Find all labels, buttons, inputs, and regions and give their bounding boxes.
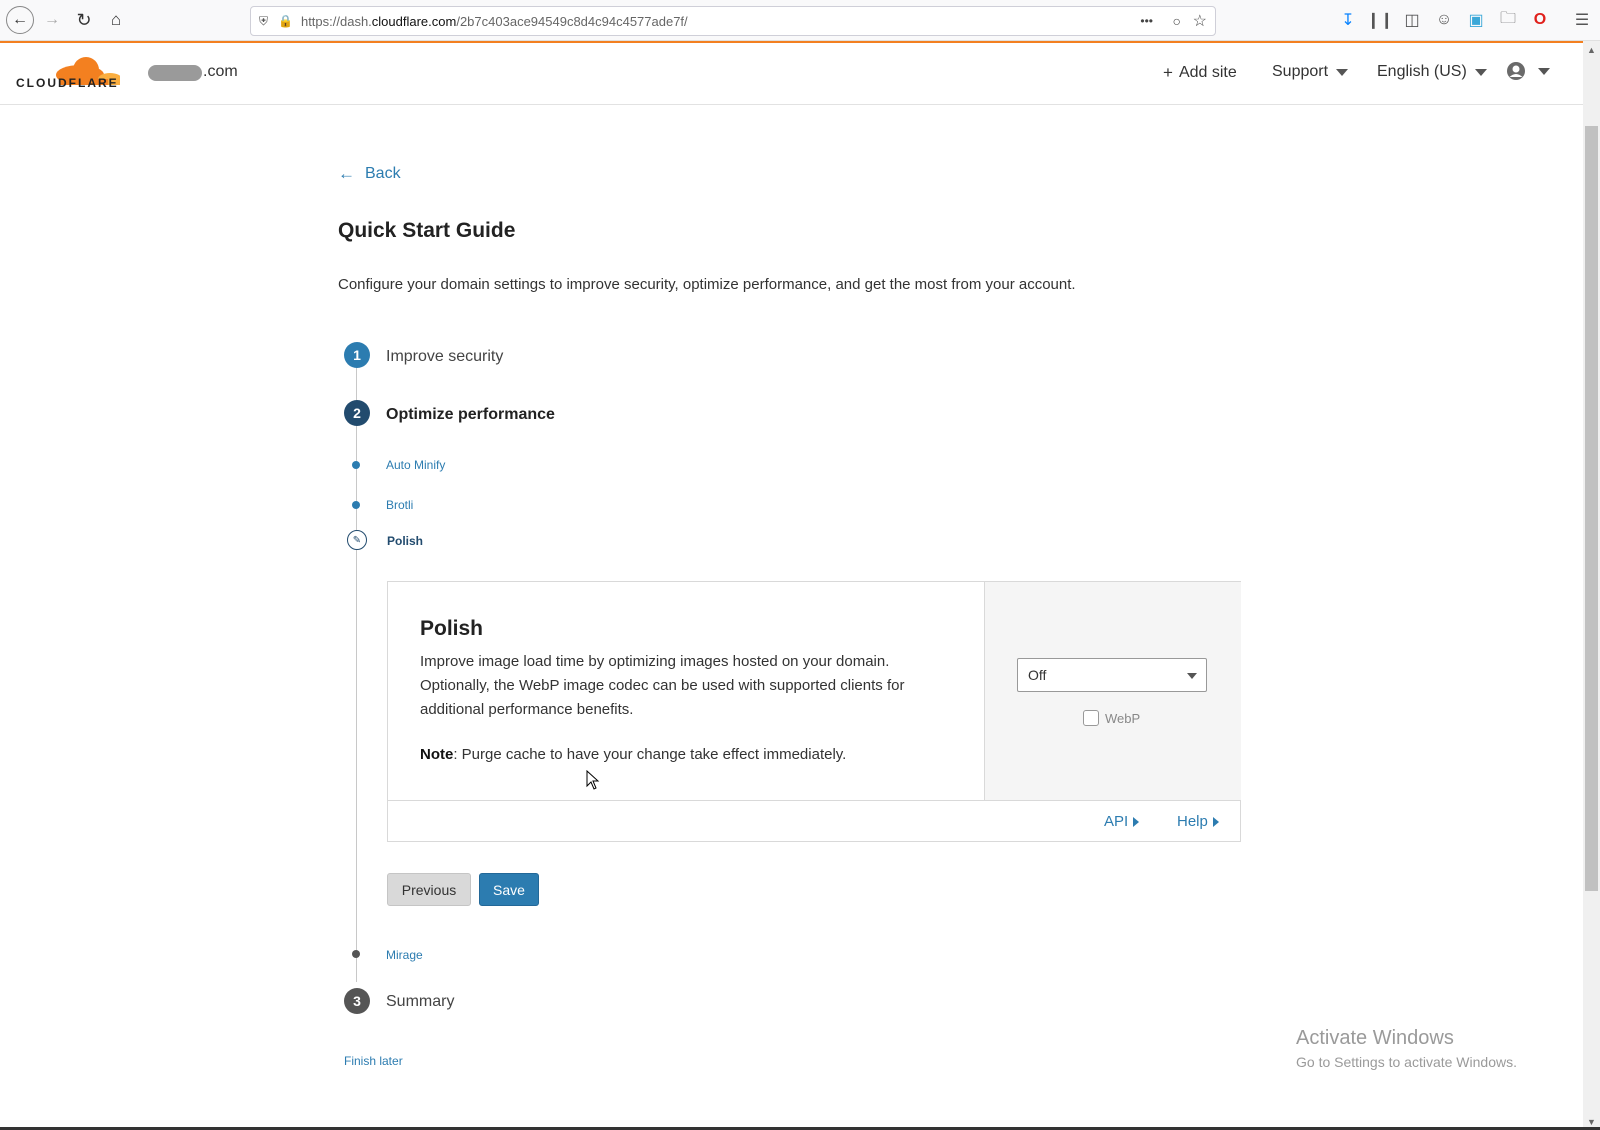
api-link[interactable]: API <box>1104 813 1140 830</box>
substep-dot <box>352 461 360 469</box>
card-note: Note: Purge cache to have your change ta… <box>420 746 846 763</box>
webp-label: WebP <box>1105 710 1141 726</box>
page-description: Configure your domain settings to improv… <box>338 276 1076 293</box>
polish-settings-card: Polish Improve image load time by optimi… <box>387 581 1241 842</box>
page-actions-icon[interactable]: ••• <box>1140 14 1153 28</box>
help-link[interactable]: Help <box>1177 813 1219 830</box>
card-description-panel: Polish Improve image load time by optimi… <box>388 582 984 800</box>
address-bar[interactable]: ⛨ 🔒 https://dash.cloudflare.com/2b7c403a… <box>250 6 1216 36</box>
redacted-domain <box>148 65 202 81</box>
browser-toolbar: ← → ↻ ⌂ ⛨ 🔒 https://dash.cloudflare.com/… <box>0 0 1600 41</box>
scroll-thumb[interactable] <box>1585 126 1598 891</box>
add-site-button[interactable]: + Add site <box>1163 63 1237 83</box>
card-description: Improve image load time by optimizing im… <box>420 653 905 718</box>
support-label: Support <box>1272 63 1329 80</box>
site-header: CLOUDFLARE .com + Add site Support Engli… <box>0 43 1583 105</box>
forward-arrow-icon[interactable]: → <box>38 6 66 34</box>
back-label: Back <box>365 165 401 182</box>
progress-timeline <box>356 362 357 982</box>
page-scrollbar[interactable]: ▲ ▼ <box>1583 41 1600 1130</box>
polish-mode-select[interactable]: Off <box>1017 658 1207 692</box>
account-icon[interactable]: ☺ <box>1432 8 1456 32</box>
sidebar-icon[interactable]: ◫ <box>1400 8 1424 32</box>
library-icon[interactable]: ❙❙ <box>1367 8 1394 32</box>
help-label: Help <box>1177 813 1208 830</box>
api-label: API <box>1104 813 1129 830</box>
card-title: Polish <box>420 617 484 640</box>
select-value: Off <box>1028 667 1047 683</box>
add-site-label: Add site <box>1178 64 1237 81</box>
user-menu[interactable] <box>1506 61 1550 81</box>
left-arrow-icon: ← <box>338 164 355 183</box>
pencil-edit-icon: ✎ <box>347 530 367 550</box>
save-extension-icon[interactable]: ▣ <box>1464 8 1488 32</box>
save-button[interactable]: Save <box>479 873 539 906</box>
step-1-label[interactable]: Improve security <box>386 348 503 366</box>
watermark-line-2: Go to Settings to activate Windows. <box>1296 1054 1517 1070</box>
step-1-badge: 1 <box>344 342 370 368</box>
webp-option[interactable]: WebP <box>1083 710 1140 726</box>
lock-icon: 🔒 <box>278 14 293 28</box>
windows-activation-watermark: Activate Windows Go to Settings to activ… <box>1296 1027 1517 1070</box>
language-label: English (US) <box>1377 63 1467 80</box>
chevron-down-icon <box>1474 68 1487 76</box>
folder-extension-icon[interactable]: 🗀 <box>1496 8 1520 32</box>
bookmark-star-icon[interactable]: ☆ <box>1193 11 1207 31</box>
url-text: https://dash.cloudflare.com/2b7c403ace94… <box>300 13 688 29</box>
step-3-label[interactable]: Summary <box>386 993 454 1011</box>
home-icon[interactable]: ⌂ <box>102 6 130 34</box>
step-3-badge: 3 <box>344 988 370 1014</box>
caret-right-icon <box>1133 816 1140 827</box>
reload-icon[interactable]: ↻ <box>70 6 98 34</box>
back-link[interactable]: ← Back <box>338 164 401 184</box>
chevron-down-icon <box>1187 673 1197 679</box>
card-control-panel: Off WebP <box>984 582 1241 800</box>
substep-auto-minify[interactable]: Auto Minify <box>386 458 445 472</box>
hamburger-menu-icon[interactable]: ☰ <box>1570 8 1594 32</box>
support-dropdown[interactable]: Support <box>1272 63 1349 81</box>
substep-brotli[interactable]: Brotli <box>386 498 413 512</box>
mouse-cursor-icon <box>586 770 600 790</box>
opera-extension-icon[interactable]: O <box>1528 8 1552 32</box>
note-text: : Purge cache to have your change take e… <box>453 746 847 763</box>
note-label: Note <box>420 746 454 763</box>
shield-icon: ⛨ <box>259 13 269 28</box>
language-dropdown[interactable]: English (US) <box>1377 63 1487 81</box>
previous-button[interactable]: Previous <box>387 873 471 906</box>
substep-dot <box>352 501 360 509</box>
step-2-label: Optimize performance <box>386 406 555 423</box>
page-title: Quick Start Guide <box>338 219 516 242</box>
webp-checkbox[interactable] <box>1083 710 1099 726</box>
back-arrow-icon[interactable]: ← <box>6 6 34 34</box>
substep-polish: Polish <box>387 534 424 548</box>
substep-mirage[interactable]: Mirage <box>386 948 423 962</box>
finish-later-link[interactable]: Finish later <box>344 1054 403 1068</box>
cloudflare-logo-text: CLOUDFLARE <box>16 76 119 90</box>
scroll-up-icon[interactable]: ▲ <box>1583 41 1600 58</box>
downloads-icon[interactable]: ↧ <box>1336 8 1360 32</box>
domain-name[interactable]: .com <box>203 63 238 81</box>
card-footer: API Help <box>388 800 1240 842</box>
caret-right-icon <box>1212 816 1219 827</box>
chevron-down-icon <box>1336 68 1349 76</box>
chevron-down-icon <box>1538 67 1550 75</box>
plus-icon: + <box>1163 63 1173 82</box>
user-avatar-icon <box>1507 62 1525 80</box>
substep-dot <box>352 950 360 958</box>
watermark-line-1: Activate Windows <box>1296 1027 1454 1049</box>
pocket-icon[interactable]: ○ <box>1173 13 1181 29</box>
step-2-badge: 2 <box>344 400 370 426</box>
